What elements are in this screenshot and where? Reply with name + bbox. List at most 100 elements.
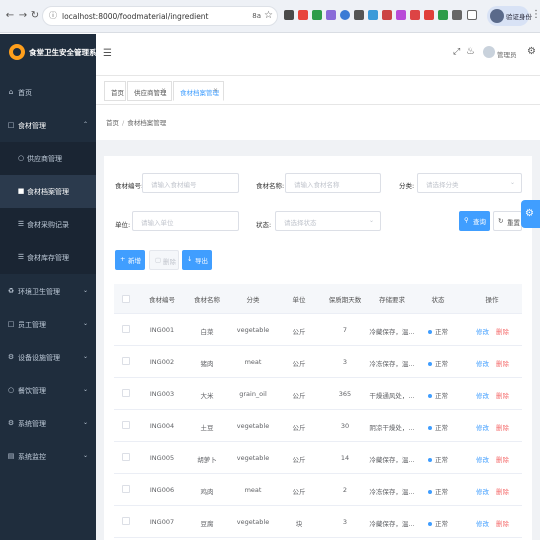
name-label: 食材名称: <box>256 182 285 190</box>
more-menu-icon[interactable]: ⋮ <box>531 9 540 20</box>
delete-link[interactable]: 删除 <box>496 486 509 496</box>
edit-link[interactable]: 修改 <box>476 390 489 400</box>
table-row[interactable]: ING005 胡萝卜 vegetable 公斤 14 冷藏保存，温... 正常 修改 删除 <box>114 442 522 474</box>
cell-name: 豆腐 <box>200 520 214 528</box>
user-name[interactable]: 管理员 <box>497 49 517 59</box>
sidebar-item-ingredients[interactable]: □ 食材管理 ⌃ <box>0 109 96 142</box>
delete-link[interactable]: 删除 <box>496 518 509 528</box>
table-row[interactable]: ING002 猪肉 meat 公斤 3 冷冻保存，温... 正常 修改 删除 <box>114 346 522 378</box>
row-checkbox[interactable] <box>122 485 130 493</box>
extension-icon[interactable] <box>424 10 434 20</box>
close-icon[interactable]: × <box>161 87 166 94</box>
translate-icon[interactable]: 8а <box>252 12 261 20</box>
sidebar-item-system[interactable]: ⚙ 系统管理 ⌄ <box>0 407 96 440</box>
tab-suppliers[interactable]: 供应商管理 × <box>127 81 172 101</box>
status-select[interactable]: 请选择状态 ⌄ <box>275 211 381 231</box>
row-checkbox[interactable] <box>122 453 130 461</box>
table-row[interactable]: ING004 土豆 vegetable 公斤 30 阴凉干燥处，... 正常 修改 删除 <box>114 410 522 442</box>
sidebar-item-purchase-records[interactable]: ☰ 食材采购记录 <box>0 208 96 241</box>
table-row[interactable]: ING003 大米 grain_oil 公斤 365 干燥通风处，... 正常 修改 删除 <box>114 378 522 410</box>
table-row[interactable]: ING007 豆腐 vegetable 块 3 冷藏保存，温... 正常 修改 删除 <box>114 506 522 538</box>
breadcrumb-separator: / <box>122 119 125 127</box>
forward-icon[interactable]: → <box>17 10 29 22</box>
edit-link[interactable]: 修改 <box>476 454 489 464</box>
delete-link[interactable]: 删除 <box>496 454 509 464</box>
extensions-puzzle-icon[interactable] <box>452 10 462 20</box>
close-icon[interactable]: × <box>213 87 218 94</box>
table-row[interactable]: ING006 鸡肉 meat 公斤 2 冷冻保存，温... 正常 修改 删除 <box>114 474 522 506</box>
extension-icon[interactable] <box>298 10 308 20</box>
extension-icon[interactable] <box>354 10 364 20</box>
extension-icon[interactable] <box>382 10 392 20</box>
sidebar-item-ingredient-archive[interactable]: ■ 食材档案管理 <box>0 175 96 208</box>
tab-ingredient-archive[interactable]: 食材档案管理 × <box>173 81 224 101</box>
site-info-icon[interactable]: ⓘ <box>49 11 59 21</box>
sidepanel-icon[interactable] <box>467 10 477 20</box>
edit-link[interactable]: 修改 <box>476 486 489 496</box>
gear-icon[interactable]: ⚙ <box>527 46 536 57</box>
cell-storage: 冷藏保存，温... <box>369 328 415 336</box>
plus-icon: + <box>120 255 126 263</box>
select-all-checkbox[interactable] <box>122 295 130 303</box>
reload-icon[interactable]: ↻ <box>29 10 41 22</box>
cell-status: 正常 <box>428 326 448 336</box>
extension-icon[interactable] <box>312 10 322 20</box>
delete-link[interactable]: 删除 <box>496 422 509 432</box>
fullscreen-icon[interactable]: ⤢ <box>453 47 460 57</box>
add-button[interactable]: + 新增 <box>115 250 145 270</box>
extension-icon[interactable] <box>340 10 350 20</box>
edit-link[interactable]: 修改 <box>476 358 489 368</box>
bookmark-star-icon[interactable]: ☆ <box>264 10 273 21</box>
recycle-icon: ♻ <box>7 287 15 295</box>
back-icon[interactable]: ← <box>4 10 16 22</box>
delete-link[interactable]: 删除 <box>496 358 509 368</box>
extension-icon[interactable] <box>410 10 420 20</box>
extension-icon[interactable] <box>326 10 336 20</box>
reset-button[interactable]: ↻ 重置 <box>493 211 522 231</box>
avatar[interactable] <box>483 46 495 58</box>
extension-icon[interactable] <box>396 10 406 20</box>
row-checkbox[interactable] <box>122 357 130 365</box>
cell-code: ING003 <box>149 390 175 398</box>
row-checkbox[interactable] <box>122 517 130 525</box>
sidebar-item-home[interactable]: ⌂ 首页 <box>0 76 96 109</box>
settings-drawer-button[interactable]: ⚙ <box>521 200 540 228</box>
address-bar[interactable]: ⓘ localhost:8000/foodmaterial/ingredient… <box>42 6 278 26</box>
row-checkbox[interactable] <box>122 325 130 333</box>
table-row[interactable]: ING001 白菜 vegetable 公斤 7 冷藏保存，温... 正常 修改 删除 <box>114 314 522 346</box>
profile-button[interactable]: 验证身份 <box>487 6 532 26</box>
cell-status: 正常 <box>428 518 448 528</box>
delete-link[interactable]: 删除 <box>496 390 509 400</box>
url-text[interactable]: localhost:8000/foodmaterial/ingredient <box>62 12 209 21</box>
sidebar-item-staff[interactable]: □ 员工管理 ⌄ <box>0 308 96 341</box>
sidebar-item-environment[interactable]: ♻ 环境卫生管理 ⌄ <box>0 275 96 308</box>
sidebar-item-suppliers[interactable]: ○ 供应商管理 <box>0 142 96 175</box>
sidebar-item-monitor[interactable]: ▤ 系统监控 ⌄ <box>0 440 96 473</box>
edit-link[interactable]: 修改 <box>476 326 489 336</box>
tab-home[interactable]: 首页 <box>104 81 126 101</box>
sidebar-item-inventory[interactable]: ☰ 食材库存管理 <box>0 241 96 274</box>
name-input[interactable]: 请输入食材名称 <box>285 173 381 193</box>
sidebar-item-catering[interactable]: ○ 餐饮管理 ⌄ <box>0 374 96 407</box>
extension-icon[interactable] <box>438 10 448 20</box>
edit-link[interactable]: 修改 <box>476 422 489 432</box>
row-checkbox[interactable] <box>122 421 130 429</box>
breadcrumb-home[interactable]: 首页 <box>106 119 119 127</box>
edit-link[interactable]: 修改 <box>476 518 489 528</box>
row-checkbox[interactable] <box>122 389 130 397</box>
delete-link[interactable]: 删除 <box>496 326 509 336</box>
cell-unit: 公斤 <box>292 424 306 432</box>
extension-icon[interactable] <box>284 10 294 20</box>
export-button[interactable]: ↓ 导出 <box>182 250 212 270</box>
cell-name: 大米 <box>200 392 214 400</box>
search-button[interactable]: ⚲ 查询 <box>459 211 490 231</box>
extension-icon[interactable] <box>368 10 378 20</box>
code-input[interactable]: 请输入食材编号 <box>142 173 239 193</box>
category-select[interactable]: 请选择分类 ⌄ <box>417 173 522 193</box>
sidebar-item-devices[interactable]: ⚙ 设备设施管理 ⌄ <box>0 341 96 374</box>
delete-button[interactable]: ▢ 删除 <box>149 250 179 270</box>
unit-input[interactable]: 请输入单位 <box>132 211 239 231</box>
menu-toggle-icon[interactable]: ☰ <box>103 48 112 59</box>
bell-icon[interactable]: ♨ <box>466 46 475 57</box>
cell-status: 正常 <box>428 486 448 496</box>
